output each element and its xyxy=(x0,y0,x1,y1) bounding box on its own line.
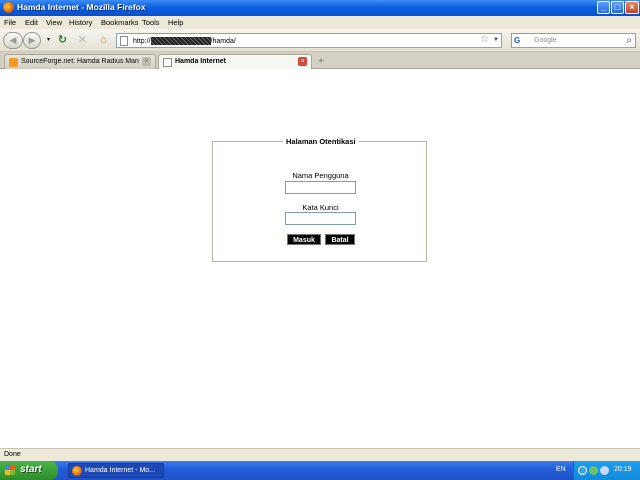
reload-icon[interactable]: ↻ xyxy=(55,33,70,48)
menu-edit[interactable]: Edit xyxy=(25,18,38,27)
start-button[interactable]: start xyxy=(0,461,58,480)
security-icon[interactable] xyxy=(589,466,598,475)
back-arrow-icon: ◀ xyxy=(9,35,17,45)
username-input[interactable] xyxy=(285,181,356,194)
navigation-toolbar: ◀ ▶ ▾ ↻ ✕ ⌂ http:// /hamda/ ☆ ▼ G Google … xyxy=(0,29,640,52)
taskbar-item-label: Hamda Internet - Mo... xyxy=(85,467,156,474)
redacted-host xyxy=(150,37,211,45)
url-suffix: /hamda/ xyxy=(210,37,236,45)
status-bar: Done xyxy=(0,448,640,461)
network-icon[interactable] xyxy=(578,466,587,475)
url-dropdown-icon[interactable]: ▼ xyxy=(493,37,499,43)
windows-logo-icon xyxy=(5,465,15,475)
history-dropdown-icon[interactable]: ▾ xyxy=(41,33,56,48)
forward-button[interactable]: ▶ xyxy=(23,32,41,49)
tab-sourceforge[interactable]: SourceForge.net: Hamda Radius Mana... × xyxy=(4,54,156,69)
system-tray: 20:19 xyxy=(573,461,640,480)
search-icon[interactable]: ⌕ xyxy=(626,35,632,46)
tab-close-icon[interactable]: × xyxy=(298,57,307,66)
url-bar[interactable]: http:// /hamda/ ☆ ▼ xyxy=(116,33,502,48)
sourceforge-favicon-icon xyxy=(9,58,18,67)
page-icon xyxy=(120,36,128,46)
username-label: Nama Pengguna xyxy=(292,171,349,180)
forward-arrow-icon: ▶ xyxy=(28,35,36,45)
menu-file[interactable]: File xyxy=(4,18,16,27)
menu-bookmarks[interactable]: Bookmarks xyxy=(101,18,139,27)
search-placeholder: Google xyxy=(534,37,557,44)
firefox-logo-icon xyxy=(3,2,14,13)
minimize-button[interactable]: _ xyxy=(597,1,610,14)
search-engine-icon[interactable]: G xyxy=(514,35,528,46)
url-text: http:// /hamda/ xyxy=(133,37,236,45)
volume-icon[interactable] xyxy=(600,466,609,475)
tab-hamda-internet[interactable]: Hamda Internet × xyxy=(158,54,312,69)
tab-label: Hamda Internet xyxy=(175,58,226,65)
new-tab-icon[interactable]: + xyxy=(314,55,328,68)
password-input[interactable] xyxy=(285,212,356,225)
page-favicon-icon xyxy=(163,58,172,67)
search-bar[interactable]: G Google ⌕ xyxy=(511,33,636,48)
menu-bar: File Edit View History Bookmarks Tools H… xyxy=(0,16,640,29)
status-text: Done xyxy=(4,451,21,458)
tab-close-icon[interactable]: × xyxy=(142,57,151,66)
taskbar: start Hamda Internet - Mo... EN 20:19 xyxy=(0,461,640,480)
tab-label: SourceForge.net: Hamda Radius Mana... xyxy=(21,58,139,65)
firefox-icon xyxy=(72,466,82,476)
menu-help[interactable]: Help xyxy=(168,18,183,27)
language-indicator[interactable]: EN xyxy=(556,466,566,473)
page-content: Halaman Otentikasi Nama Pengguna Kata Ku… xyxy=(0,69,640,448)
submit-button[interactable]: Masuk xyxy=(287,234,321,245)
tab-bar: SourceForge.net: Hamda Radius Mana... × … xyxy=(0,52,640,69)
maximize-button[interactable]: □ xyxy=(611,1,624,14)
password-label: Kata Kunci xyxy=(302,203,339,212)
auth-form: Halaman Otentikasi Nama Pengguna Kata Ku… xyxy=(212,137,427,262)
url-prefix: http:// xyxy=(133,37,151,45)
form-legend: Halaman Otentikasi xyxy=(286,137,356,146)
home-icon[interactable]: ⌂ xyxy=(96,33,111,48)
back-button[interactable]: ◀ xyxy=(3,32,23,49)
menu-view[interactable]: View xyxy=(46,18,62,27)
stop-icon[interactable]: ✕ xyxy=(75,33,90,48)
cancel-button[interactable]: Batal xyxy=(325,234,355,245)
taskbar-firefox-item[interactable]: Hamda Internet - Mo... xyxy=(68,463,164,478)
window-titlebar[interactable]: Hamda Internet - Mozilla Firefox _ □ × xyxy=(0,0,640,16)
bookmark-star-icon[interactable]: ☆ xyxy=(480,34,489,45)
menu-history[interactable]: History xyxy=(69,18,92,27)
close-button[interactable]: × xyxy=(625,1,639,14)
menu-tools[interactable]: Tools xyxy=(142,18,160,27)
window-title: Hamda Internet - Mozilla Firefox xyxy=(17,2,146,12)
start-label: start xyxy=(20,464,42,475)
clock: 20:19 xyxy=(614,466,632,473)
